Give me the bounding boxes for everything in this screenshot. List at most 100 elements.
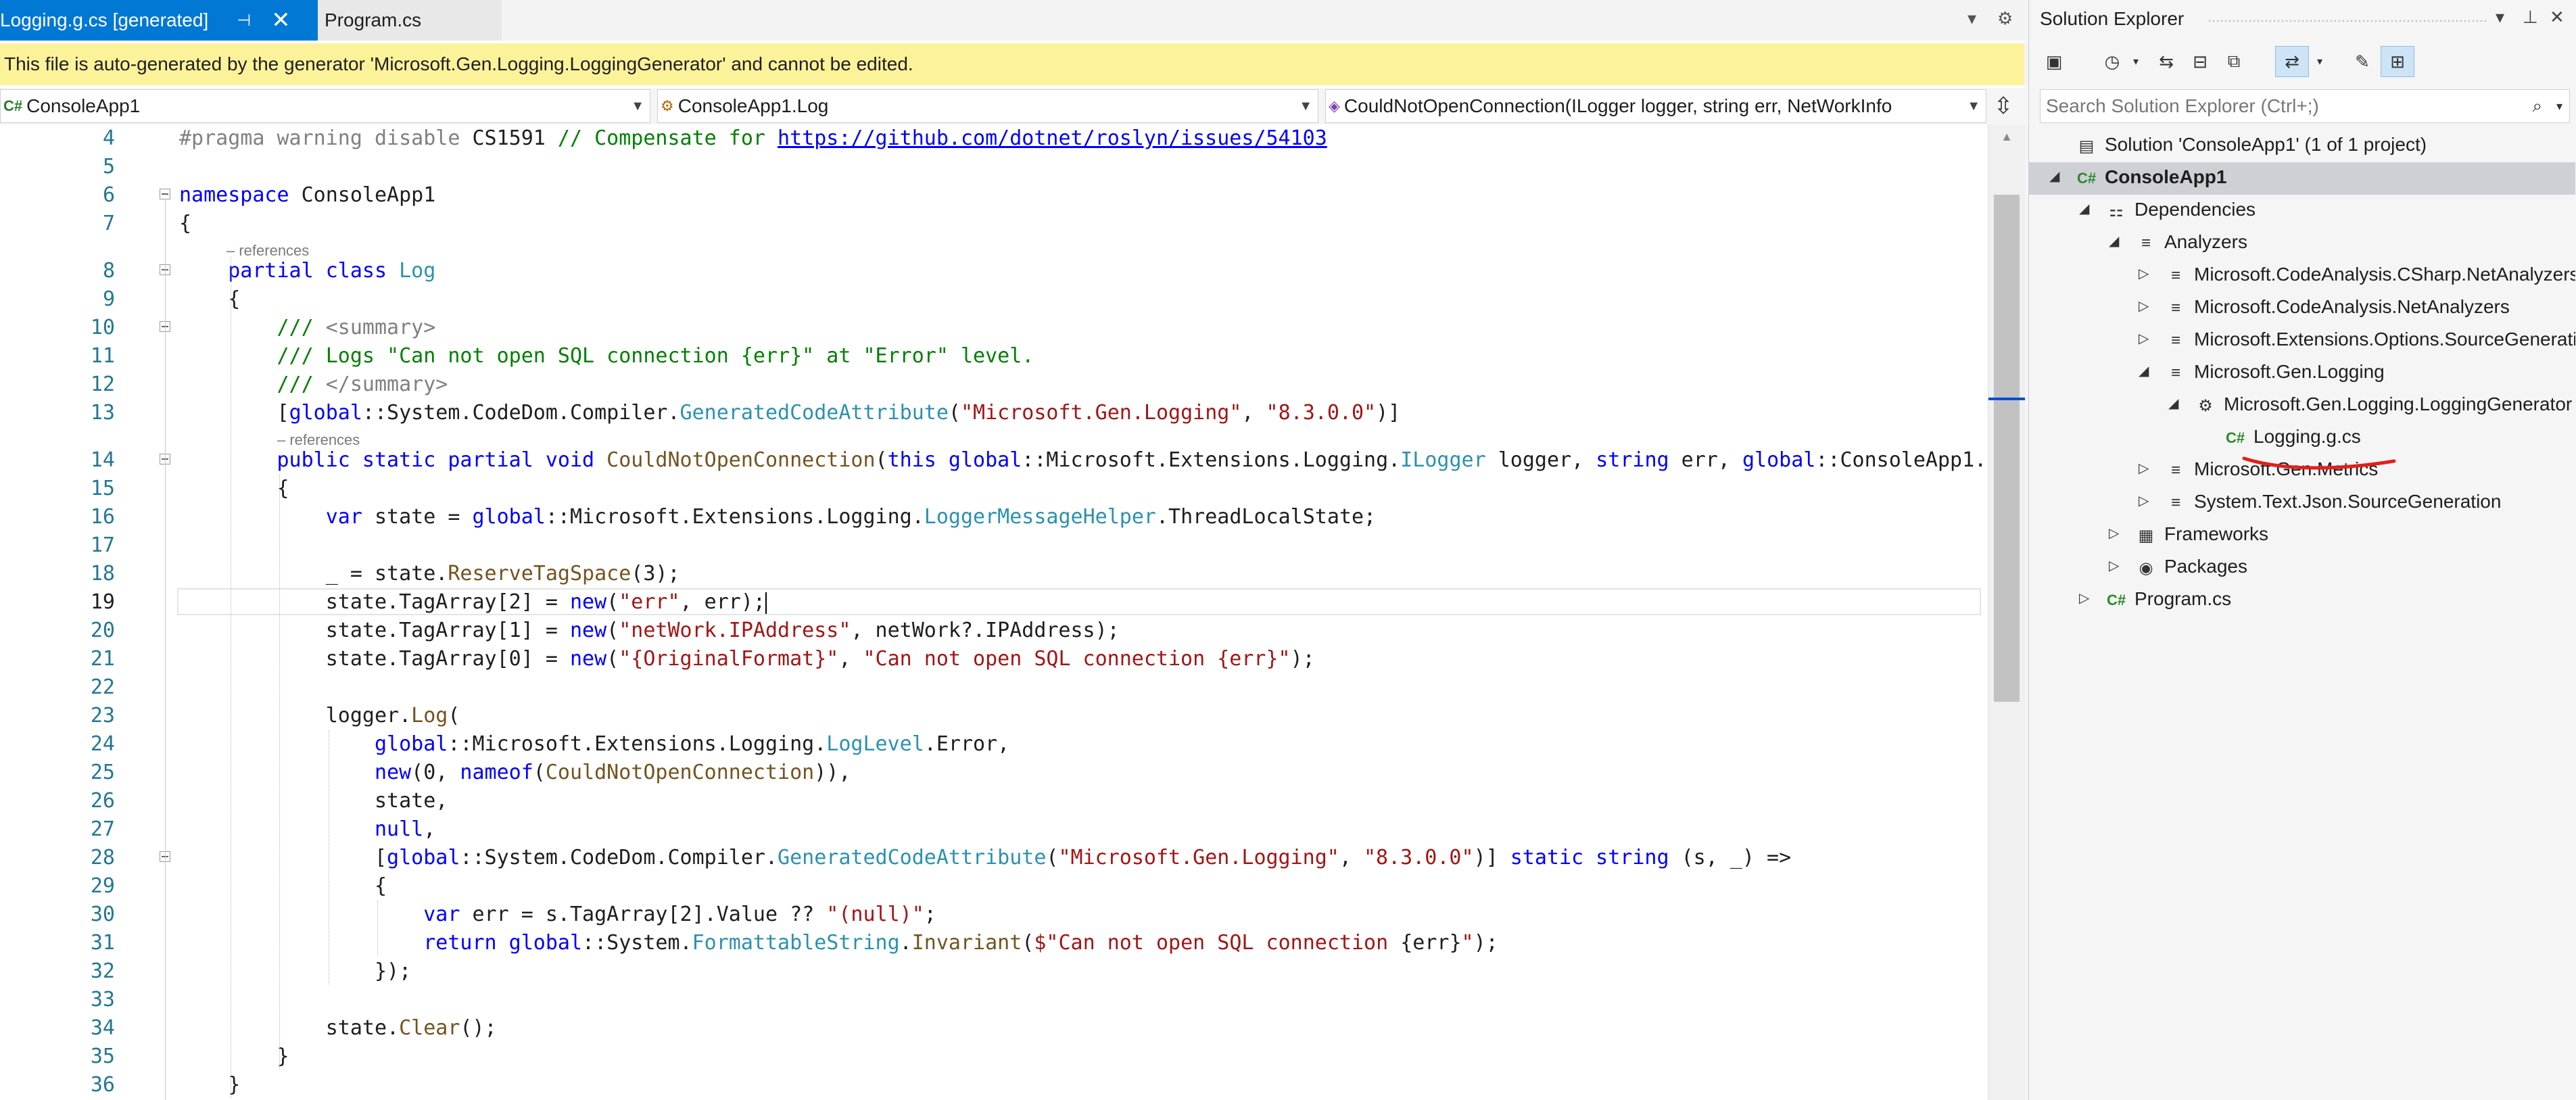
tree-node[interactable]: ◢ C# ConsoleApp1 [2029, 162, 2575, 195]
code-line[interactable]: 18 _ = state.ReserveTagSpace(3); [0, 560, 1988, 588]
collapsed-arrow-icon[interactable]: ▷ [2139, 492, 2149, 509]
close-icon[interactable]: ✕ [271, 7, 291, 34]
code-line[interactable]: 15 { [0, 475, 1988, 503]
project-dropdown-value: ConsoleApp1 [26, 95, 141, 116]
expanded-arrow-icon[interactable]: ◢ [2049, 168, 2059, 185]
tree-node[interactable]: ▷ ≡ Microsoft.CodeAnalysis.NetAnalyzers [2029, 292, 2575, 325]
collapsed-arrow-icon[interactable]: ▷ [2139, 297, 2149, 314]
expanded-arrow-icon[interactable]: ◢ [2139, 362, 2149, 379]
code-line[interactable]: 26 state, [0, 787, 1988, 815]
expanded-arrow-icon[interactable]: ◢ [2168, 395, 2178, 412]
expanded-arrow-icon[interactable]: ◢ [2079, 200, 2089, 217]
collapsed-arrow-icon[interactable]: ▷ [2109, 557, 2119, 574]
code-line[interactable]: 14 public static partial void CouldNotOp… [0, 446, 1988, 475]
show-all-files-icon[interactable]: ⧉ [2218, 46, 2249, 77]
chevron-down-icon[interactable]: ▾ [2312, 46, 2328, 77]
code-line[interactable]: 5 [0, 153, 1988, 181]
code-line[interactable]: 27 null, [0, 815, 1988, 844]
collapse-all-icon[interactable]: ⊟ [2185, 46, 2216, 77]
settings-gear-icon[interactable]: ⚙ [1997, 8, 2013, 29]
code-line[interactable]: 30 var err = s.TagArray[2].Value ?? "(nu… [0, 901, 1988, 929]
pin-icon[interactable]: ⊣ [237, 11, 251, 30]
track-active-item-icon[interactable]: ⇄ [2275, 46, 2309, 77]
code-line[interactable]: 8 partial class Log [0, 257, 1988, 285]
code-line[interactable]: 32 }); [0, 957, 1988, 986]
collapsed-arrow-icon[interactable]: ▷ [2139, 265, 2149, 282]
tree-node[interactable]: ◢ ⚙ Microsoft.Gen.Logging.LoggingGenerator [2029, 389, 2575, 422]
close-icon[interactable]: ✕ [2550, 7, 2565, 28]
scroll-thumb[interactable] [1994, 195, 2020, 702]
code-line[interactable]: 33 [0, 986, 1988, 1014]
tree-node[interactable]: ◢ ≡ Analyzers [2029, 227, 2575, 260]
code-line[interactable]: 7{ [0, 210, 1988, 238]
code-line[interactable]: 17 [0, 531, 1988, 560]
collapsed-arrow-icon[interactable]: ▷ [2139, 330, 2149, 347]
search-placeholder: Search Solution Explorer (Ctrl+;) [2046, 95, 2319, 116]
line-number: 32 [90, 959, 115, 983]
pin-icon[interactable]: ⊥ [2523, 7, 2538, 28]
line-number: 31 [90, 931, 115, 955]
code-line[interactable]: 4 #pragma warning disable CS1591 // Compe… [0, 124, 1988, 153]
code-line[interactable]: 20 state.TagArray[1] = new("netWork.IPAd… [0, 617, 1988, 645]
tree-node[interactable]: ▤ Solution 'ConsoleApp1' (1 of 1 project) [2029, 130, 2575, 162]
code-editor[interactable]: 4 #pragma warning disable CS1591 // Compe… [0, 124, 1988, 1100]
line-number: 30 [90, 903, 115, 926]
chevron-down-icon[interactable]: ▾ [2128, 46, 2144, 77]
tree-node[interactable]: ▷ ≡ Microsoft.CodeAnalysis.CSharp.NetAnaly… [2029, 260, 2575, 292]
collapsed-arrow-icon[interactable]: ▷ [2109, 525, 2119, 542]
scroll-up-icon[interactable]: ▲ [1988, 130, 2025, 144]
project-dropdown[interactable]: C# ConsoleApp1 ▼ [0, 89, 650, 123]
tree-node[interactable]: ◢ ≡ Microsoft.Gen.Logging [2029, 357, 2575, 389]
sync-icon[interactable]: ⇆ [2151, 46, 2182, 77]
code-line[interactable]: 22 [0, 673, 1988, 702]
code-line[interactable]: 28 [global::System.CodeDom.Compiler.Gene… [0, 844, 1988, 872]
code-line[interactable]: 36 } [0, 1071, 1988, 1099]
code-line[interactable]: 12 /// </summary> [0, 370, 1988, 399]
code-line[interactable]: 11 /// Logs "Can not open SQL connection… [0, 342, 1988, 370]
collapsed-arrow-icon[interactable]: ▷ [2079, 590, 2089, 606]
chevron-down-icon[interactable]: ▾ [2556, 99, 2562, 114]
code-line[interactable]: 35 } [0, 1043, 1988, 1071]
vertical-scrollbar[interactable]: ▲ [1988, 124, 2025, 1100]
analyzers-icon: ≡ [2141, 234, 2151, 252]
tree-node[interactable]: ▷ ▦ Frameworks [2029, 519, 2575, 552]
solution-explorer-search-input[interactable]: Search Solution Explorer (Ctrl+;) ⌕ ▾ [2040, 89, 2570, 123]
code-line[interactable]: 16 var state = global::Microsoft.Extensi… [0, 503, 1988, 531]
code-text: var err = s.TagArray[2].Value ?? "(null)… [423, 903, 936, 926]
search-icon[interactable]: ⌕ [2532, 95, 2542, 117]
tree-node[interactable]: C# Logging.g.cs [2029, 422, 2575, 454]
tree-node[interactable]: ▷ C# Program.cs [2029, 584, 2575, 617]
code-line[interactable]: 21 state.TagArray[0] = new("{OriginalFor… [0, 645, 1988, 673]
tree-node[interactable]: ▷ ≡ System.Text.Json.SourceGeneration [2029, 487, 2575, 519]
switch-views-icon[interactable]: ▣ [2038, 46, 2070, 77]
code-text: state.TagArray[2] = new("err", err); [179, 590, 767, 614]
properties-wrench-icon[interactable]: ✎ [2347, 46, 2378, 77]
preview-selected-items-icon[interactable]: ⊞ [2381, 46, 2414, 77]
code-line[interactable]: 29 { [0, 872, 1988, 901]
code-line[interactable]: 25 new(0, nameof(CouldNotOpenConnection)… [0, 759, 1988, 787]
expanded-arrow-icon[interactable]: ◢ [2109, 233, 2119, 249]
tab-logging-generated[interactable]: Logging.g.cs [generated] ⊣ ✕ [0, 0, 318, 41]
tab-overflow-chevron-icon[interactable]: ▾ [1967, 8, 1976, 29]
split-window-icon[interactable]: ⇳ [1988, 91, 2019, 122]
member-dropdown[interactable]: ◈ CouldNotOpenConnection(ILogger logger,… [1325, 89, 1986, 123]
code-line[interactable]: 19 state.TagArray[2] = new("err", err); [0, 588, 1988, 617]
tree-node[interactable]: ◢ ⚏ Dependencies [2029, 195, 2575, 227]
collapsed-arrow-icon[interactable]: ▷ [2139, 460, 2149, 477]
tree-node[interactable]: ▷ ≡ Microsoft.Extensions.Options.SourceGen… [2029, 325, 2575, 357]
code-line[interactable]: 10 /// <summary> [0, 314, 1988, 342]
collapse-outline-icon[interactable] [160, 189, 170, 199]
code-line[interactable]: 34 state.Clear(); [0, 1014, 1988, 1043]
tree-node[interactable]: ▷ ◉ Packages [2029, 552, 2575, 584]
code-line[interactable]: 13 [global::System.CodeDom.Compiler.Gene… [0, 399, 1988, 427]
code-line[interactable]: 23 logger.Log( [0, 702, 1988, 730]
code-line[interactable]: 31 return global::System.FormattableStri… [0, 929, 1988, 957]
tab-program-cs[interactable]: Program.cs [318, 0, 502, 41]
history-icon[interactable]: ◷ [2097, 46, 2128, 77]
code-line[interactable]: 6 namespace ConsoleApp1 [0, 181, 1988, 210]
code-line[interactable]: 9 { [0, 285, 1988, 314]
line-number: 16 [90, 505, 115, 529]
type-dropdown[interactable]: ⚙ ConsoleApp1.Log ▼ [657, 89, 1318, 123]
code-line[interactable]: 24 global::Microsoft.Extensions.Logging.… [0, 730, 1988, 759]
window-position-chevron-icon[interactable]: ▾ [2496, 7, 2504, 28]
